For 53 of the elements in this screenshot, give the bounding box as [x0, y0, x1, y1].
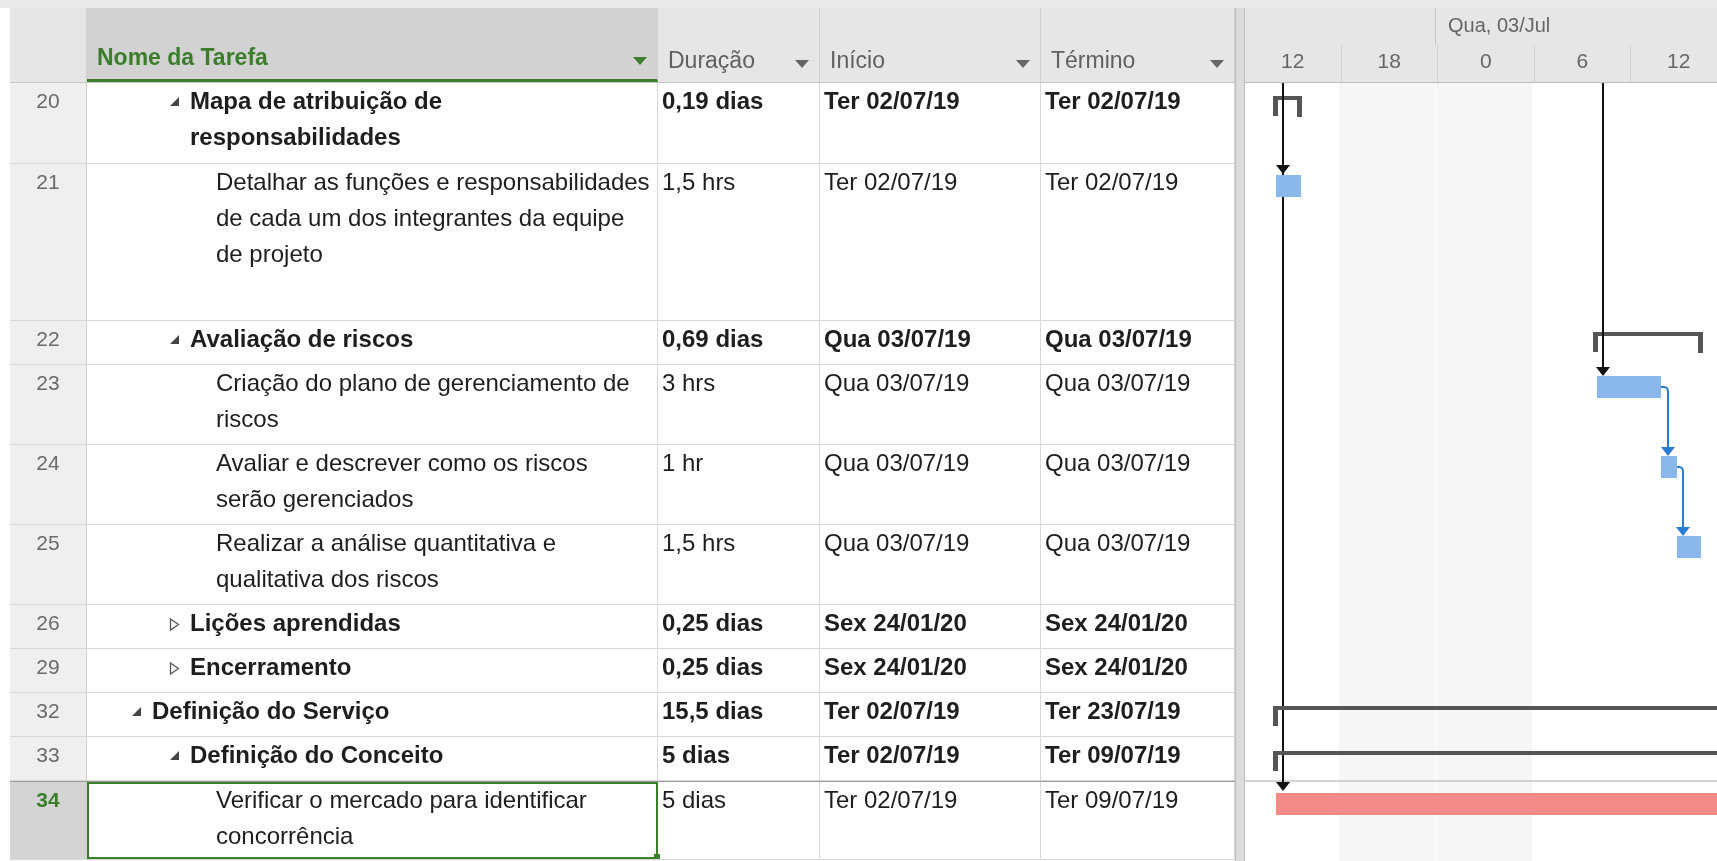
task-name: Definição do Conceito — [190, 740, 444, 770]
start-cell: Qua 03/07/19 — [820, 365, 1041, 444]
row-number[interactable]: 20 — [10, 83, 87, 163]
task-name: Avaliar e descrever como os riscos serão gerenciados — [216, 448, 589, 514]
start-cell: Qua 03/07/19 — [820, 525, 1041, 604]
row-number[interactable]: 22 — [10, 321, 87, 364]
row-number[interactable]: 33 — [10, 737, 87, 780]
start-cell: Qua 03/07/19 — [820, 445, 1041, 524]
timescale-tick: 18 — [1341, 45, 1438, 82]
task-name: Verificar o mercado para identificar concorrência — [216, 785, 588, 851]
start-cell: Ter 02/07/19 — [820, 782, 1041, 859]
start-cell: Ter 02/07/19 — [820, 693, 1041, 736]
duration-cell: 0,19 dias — [658, 83, 820, 163]
column-header[interactable]: Nome da Tarefa — [87, 8, 658, 82]
duration-cell: 0,25 dias — [658, 649, 820, 692]
row-number[interactable]: 29 — [10, 649, 87, 692]
timescale-tick: 12 — [1245, 45, 1342, 82]
duration-cell: 5 dias — [658, 782, 820, 859]
task-name: Criação do plano de gerenciamento de riscos — [216, 368, 631, 434]
row-number[interactable]: 34 — [10, 782, 87, 859]
duration-cell: 15,5 dias — [658, 693, 820, 736]
start-cell: Sex 24/01/20 — [820, 605, 1041, 648]
duration-cell: 0,25 dias — [658, 605, 820, 648]
duration-cell: 0,69 dias — [658, 321, 820, 364]
timescale-tick: 12 — [1631, 45, 1717, 82]
column-header[interactable]: Duração — [658, 8, 820, 82]
task-name: Realizar a análise quantitativa e qualitativa dos riscos — [216, 528, 558, 594]
column-header[interactable]: Início — [820, 8, 1041, 82]
timescale-label: Qua, 03/Jul — [1447, 13, 1551, 38]
row-number[interactable]: 23 — [10, 365, 87, 444]
duration-cell: 1,5 hrs — [658, 164, 820, 320]
row-number[interactable]: 24 — [10, 445, 87, 524]
duration-cell: 1 hr — [658, 445, 820, 524]
task-name: Detalhar as funções e responsabilidades de cada um dos integrantes da equipe de projeto — [216, 167, 651, 269]
start-cell: Qua 03/07/19 — [820, 321, 1041, 364]
task-name: Encerramento — [190, 652, 352, 682]
duration-cell: 3 hrs — [658, 365, 820, 444]
duration-cell: 1,5 hrs — [658, 525, 820, 604]
task-name: Avaliação de riscos — [190, 324, 414, 354]
start-cell: Ter 02/07/19 — [820, 83, 1041, 163]
start-cell: Sex 24/01/20 — [820, 649, 1041, 692]
duration-cell: 5 dias — [658, 737, 820, 780]
row-number[interactable]: 21 — [10, 164, 87, 320]
row-number[interactable]: 25 — [10, 525, 87, 604]
start-cell: Ter 02/07/19 — [820, 164, 1041, 320]
task-name: Mapa de atribuição de responsabilidades — [190, 86, 444, 152]
row-number[interactable]: 26 — [10, 605, 87, 648]
row-number[interactable]: 32 — [10, 693, 87, 736]
timescale-tick: 0 — [1438, 45, 1535, 82]
task-name: Definição do Serviço — [152, 696, 390, 726]
start-cell: Ter 02/07/19 — [820, 737, 1041, 780]
task-name: Lições aprendidas — [190, 608, 401, 638]
timescale-tick: 6 — [1534, 45, 1631, 82]
